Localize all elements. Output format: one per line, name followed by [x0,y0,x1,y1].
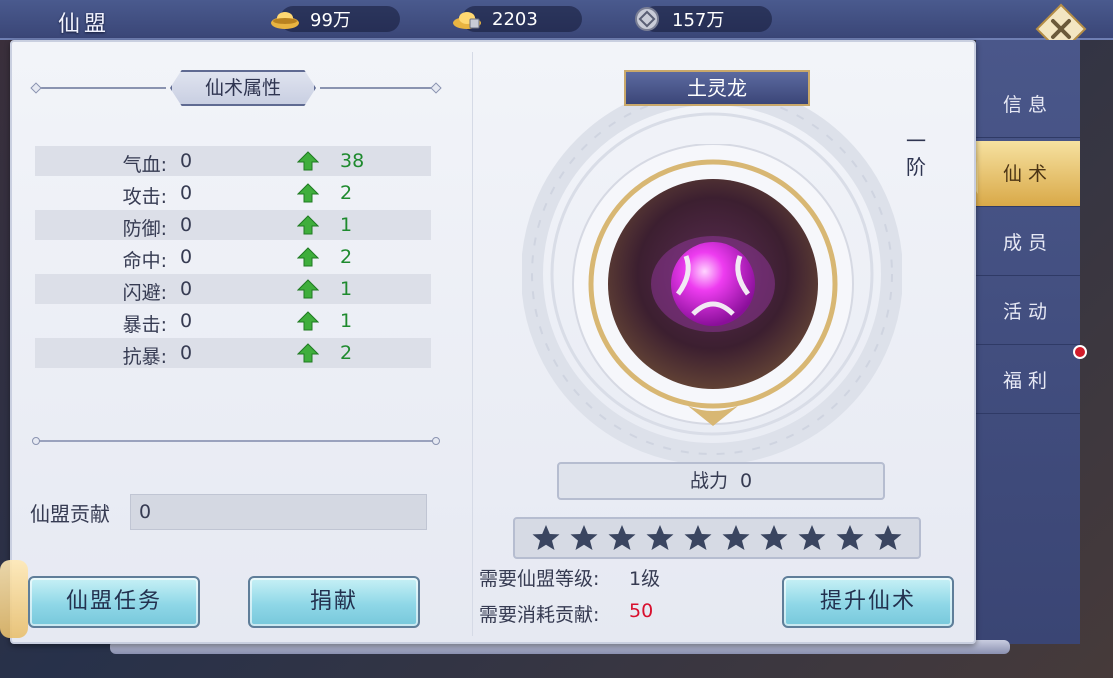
locked-ingot-value: 2203 [492,8,538,30]
attribute-increase: 1 [340,310,353,332]
attribute-value: 0 [180,182,193,204]
section-divider [32,436,440,446]
attribute-value: 0 [180,246,193,268]
attribute-name: 暴击: [122,314,167,336]
attribute-row: 防御: 0 1 [35,210,431,240]
locked-ingot-resource: 2203 [452,6,582,32]
requirement-level: 需要仙盟等级: 1级 [479,564,660,591]
requirement-cost-value: 50 [629,600,654,622]
arrow-up-icon [297,343,319,363]
star-icon [570,525,598,550]
spirit-orb-frame [572,144,854,426]
header-ornament [30,82,42,94]
main-panel: 仙术属性 气血: 0 38 攻击: 0 2 防御: 0 1 命中: 0 2 闪避: 0 1 暴击: 0 1 抗暴: 0… [10,40,976,644]
attribute-increase: 2 [340,246,353,268]
attribute-name: 气血: [122,154,167,176]
coin-value: 157万 [672,10,725,31]
rank-label: 一阶 [906,129,926,179]
star-rating [513,517,921,559]
attribute-increase: 38 [340,150,365,172]
attribute-row: 气血: 0 38 [35,146,431,176]
gold-ingot-icon [271,12,299,29]
contribution-label: 仙盟贡献 [30,502,110,526]
attribute-increase: 1 [340,214,353,236]
top-bar: 仙盟 99万 2203 157万 [0,0,1113,40]
notification-dot [1073,345,1087,359]
header-line [36,87,166,89]
attribute-row: 暴击: 0 1 [35,306,431,336]
star-icon [722,525,750,550]
attribute-value: 0 [180,214,193,236]
arrow-up-icon [297,279,319,299]
arrow-up-icon [297,215,319,235]
tab-members[interactable]: 成员 [976,210,1080,276]
star-icon [836,525,864,550]
attribute-increase: 1 [340,278,353,300]
attribute-value: 0 [180,310,193,332]
header-line [320,87,436,89]
attribute-row: 抗暴: 0 2 [35,338,431,368]
requirement-cost: 需要消耗贡献: 50 [479,600,653,627]
attribute-name: 闪避: [122,282,167,304]
power-value: 0 [739,470,753,492]
star-icon [608,525,636,550]
lantern-decoration [0,560,28,638]
locked-ingot-icon [453,12,481,29]
column-divider [472,52,473,636]
attribute-name: 抗暴: [122,346,167,368]
attribute-row: 闪避: 0 1 [35,274,431,304]
side-tabs: 信息 仙术 成员 活动 福利 [976,40,1080,644]
requirement-cost-label: 需要消耗贡献: [479,604,600,626]
attribute-row: 命中: 0 2 [35,242,431,272]
pet-name-plate: 土灵龙 [624,70,810,106]
upgrade-spell-button[interactable]: 提升仙术 [782,576,954,628]
attribute-value: 0 [180,150,193,172]
power-label: 战力 [689,470,728,492]
donate-button[interactable]: 捐献 [248,576,420,628]
contribution-field: 0 [130,494,427,530]
attribute-increase: 2 [340,342,353,364]
arrow-up-icon [297,183,319,203]
attribute-increase: 2 [340,182,353,204]
attribute-name: 命中: [122,250,167,272]
attribute-name: 攻击: [122,186,167,208]
arrow-up-icon [297,311,319,331]
star-icon [646,525,674,550]
guild-task-button[interactable]: 仙盟任务 [28,576,200,628]
requirement-level-value: 1级 [629,568,661,590]
star-icon [874,525,902,550]
header-ornament [430,82,442,94]
attribute-value: 0 [180,278,193,300]
star-icon [684,525,712,550]
attribute-name: 防御: [122,218,167,240]
section-title: 仙术属性 [170,70,316,106]
star-icon [760,525,788,550]
tab-activities[interactable]: 活动 [976,279,1080,345]
arrow-up-icon [297,151,319,171]
coin-resource: 157万 [632,6,772,32]
arrow-up-icon [297,247,319,267]
page-title: 仙盟 [58,12,111,37]
attribute-row: 攻击: 0 2 [35,178,431,208]
attribute-value: 0 [180,342,193,364]
gold-ingot-resource: 99万 [270,6,400,32]
attributes-header: 仙术属性 [30,70,442,106]
coin-icon [635,7,659,31]
divider-ornament [432,437,440,445]
divider-line [38,440,434,442]
gold-ingot-value: 99万 [310,10,351,31]
star-icon [798,525,826,550]
tab-info[interactable]: 信息 [976,72,1080,138]
divider-ornament [32,437,40,445]
tab-welfare[interactable]: 福利 [976,348,1080,414]
star-icon [532,525,560,550]
power-bar: 战力 0 [557,462,885,500]
tab-spells[interactable]: 仙术 [976,141,1080,207]
requirement-level-label: 需要仙盟等级: [479,568,600,590]
